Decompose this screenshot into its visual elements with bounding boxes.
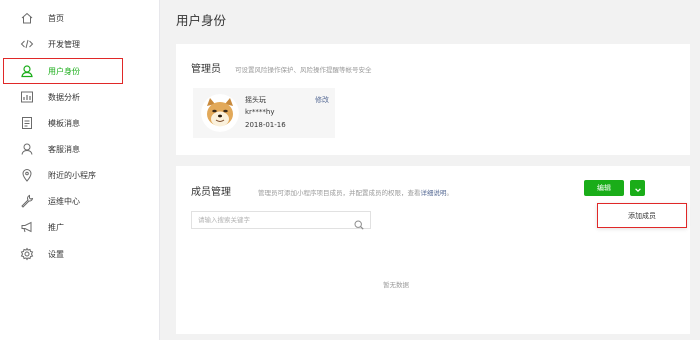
sidebar-item-label: 开发管理 <box>48 39 80 49</box>
member-search <box>191 211 371 230</box>
details-link[interactable]: 详细说明 <box>421 189 447 197</box>
sidebar-item-label: 附近的小程序 <box>48 170 96 180</box>
sidebar-item-home[interactable]: 首页 <box>0 5 160 31</box>
home-icon <box>20 11 34 25</box>
gear-icon <box>20 247 34 261</box>
members-section-description: 管理员可添加小程序项目成员，并配置成员的权限，查看详细说明。 <box>258 187 453 197</box>
sidebar-item-label: 客服消息 <box>48 144 80 154</box>
sidebar-item-promotion[interactable]: 推广 <box>0 214 160 240</box>
customer-service-icon <box>20 142 34 156</box>
sidebar-item-label: 模板消息 <box>48 118 80 128</box>
members-description-end: 。 <box>446 189 454 197</box>
sidebar-item-settings[interactable]: 设置 <box>0 241 160 267</box>
members-section-title: 成员管理 <box>191 187 231 198</box>
admin-card: 管理员 可设置风险操作保护、风险操作提醒等帐号安全 摇头玩 修改 kr****h… <box>176 44 690 155</box>
sidebar-item-label: 数据分析 <box>48 92 80 102</box>
add-member-label: 添加成员 <box>628 211 656 220</box>
sidebar-item-customer-service[interactable]: 客服消息 <box>0 136 160 162</box>
search-icon[interactable] <box>354 215 364 230</box>
sidebar-item-template-messages[interactable]: 模板消息 <box>0 110 160 136</box>
sidebar-item-dev-management[interactable]: 开发管理 <box>0 31 160 57</box>
wrench-icon <box>20 194 34 208</box>
avatar <box>201 94 239 132</box>
megaphone-icon <box>20 220 34 234</box>
edit-admin-link[interactable]: 修改 <box>315 95 329 105</box>
admin-section-title: 管理员 <box>191 64 221 75</box>
admin-profile: 摇头玩 修改 kr****hy 2018-01-16 <box>193 88 335 138</box>
empty-state-text: 暂无数据 <box>383 281 409 289</box>
admin-account: kr****hy <box>245 108 275 116</box>
sidebar-item-label: 设置 <box>48 249 64 259</box>
edit-button[interactable]: 编辑 <box>584 180 624 196</box>
sidebar: 首页 开发管理 用户身份 数据分析 模板消息 客服消息 附近的小程序 运维中心 … <box>0 0 160 340</box>
add-member-menu-item[interactable]: 添加成员 <box>597 203 687 228</box>
chevron-down-icon <box>634 179 642 198</box>
members-card: 成员管理 管理员可添加小程序项目成员，并配置成员的权限，查看详细说明。 编辑 添… <box>176 166 690 334</box>
sidebar-item-label: 首页 <box>48 13 64 23</box>
sidebar-item-label: 运维中心 <box>48 196 80 206</box>
user-icon <box>20 64 34 78</box>
page-title: 用户身份 <box>176 13 227 28</box>
admin-section-description: 可设置风险操作保护、风险操作提醒等帐号安全 <box>235 66 372 74</box>
location-icon <box>20 168 34 182</box>
admin-date: 2018-01-16 <box>245 121 286 129</box>
chart-icon <box>20 90 34 104</box>
members-description-text: 管理员可添加小程序项目成员，并配置成员的权限，查看 <box>258 189 421 197</box>
sidebar-item-nearby-mini-programs[interactable]: 附近的小程序 <box>0 162 160 188</box>
search-input[interactable] <box>198 212 348 228</box>
sidebar-item-label: 推广 <box>48 222 64 232</box>
sidebar-item-user-identity[interactable]: 用户身份 <box>0 58 160 84</box>
template-icon <box>20 116 34 130</box>
more-options-button[interactable] <box>630 180 645 196</box>
sidebar-item-data-analysis[interactable]: 数据分析 <box>0 84 160 110</box>
code-icon <box>20 37 34 51</box>
admin-name: 摇头玩 <box>245 96 266 104</box>
sidebar-item-ops-center[interactable]: 运维中心 <box>0 188 160 214</box>
sidebar-item-label: 用户身份 <box>48 66 80 76</box>
